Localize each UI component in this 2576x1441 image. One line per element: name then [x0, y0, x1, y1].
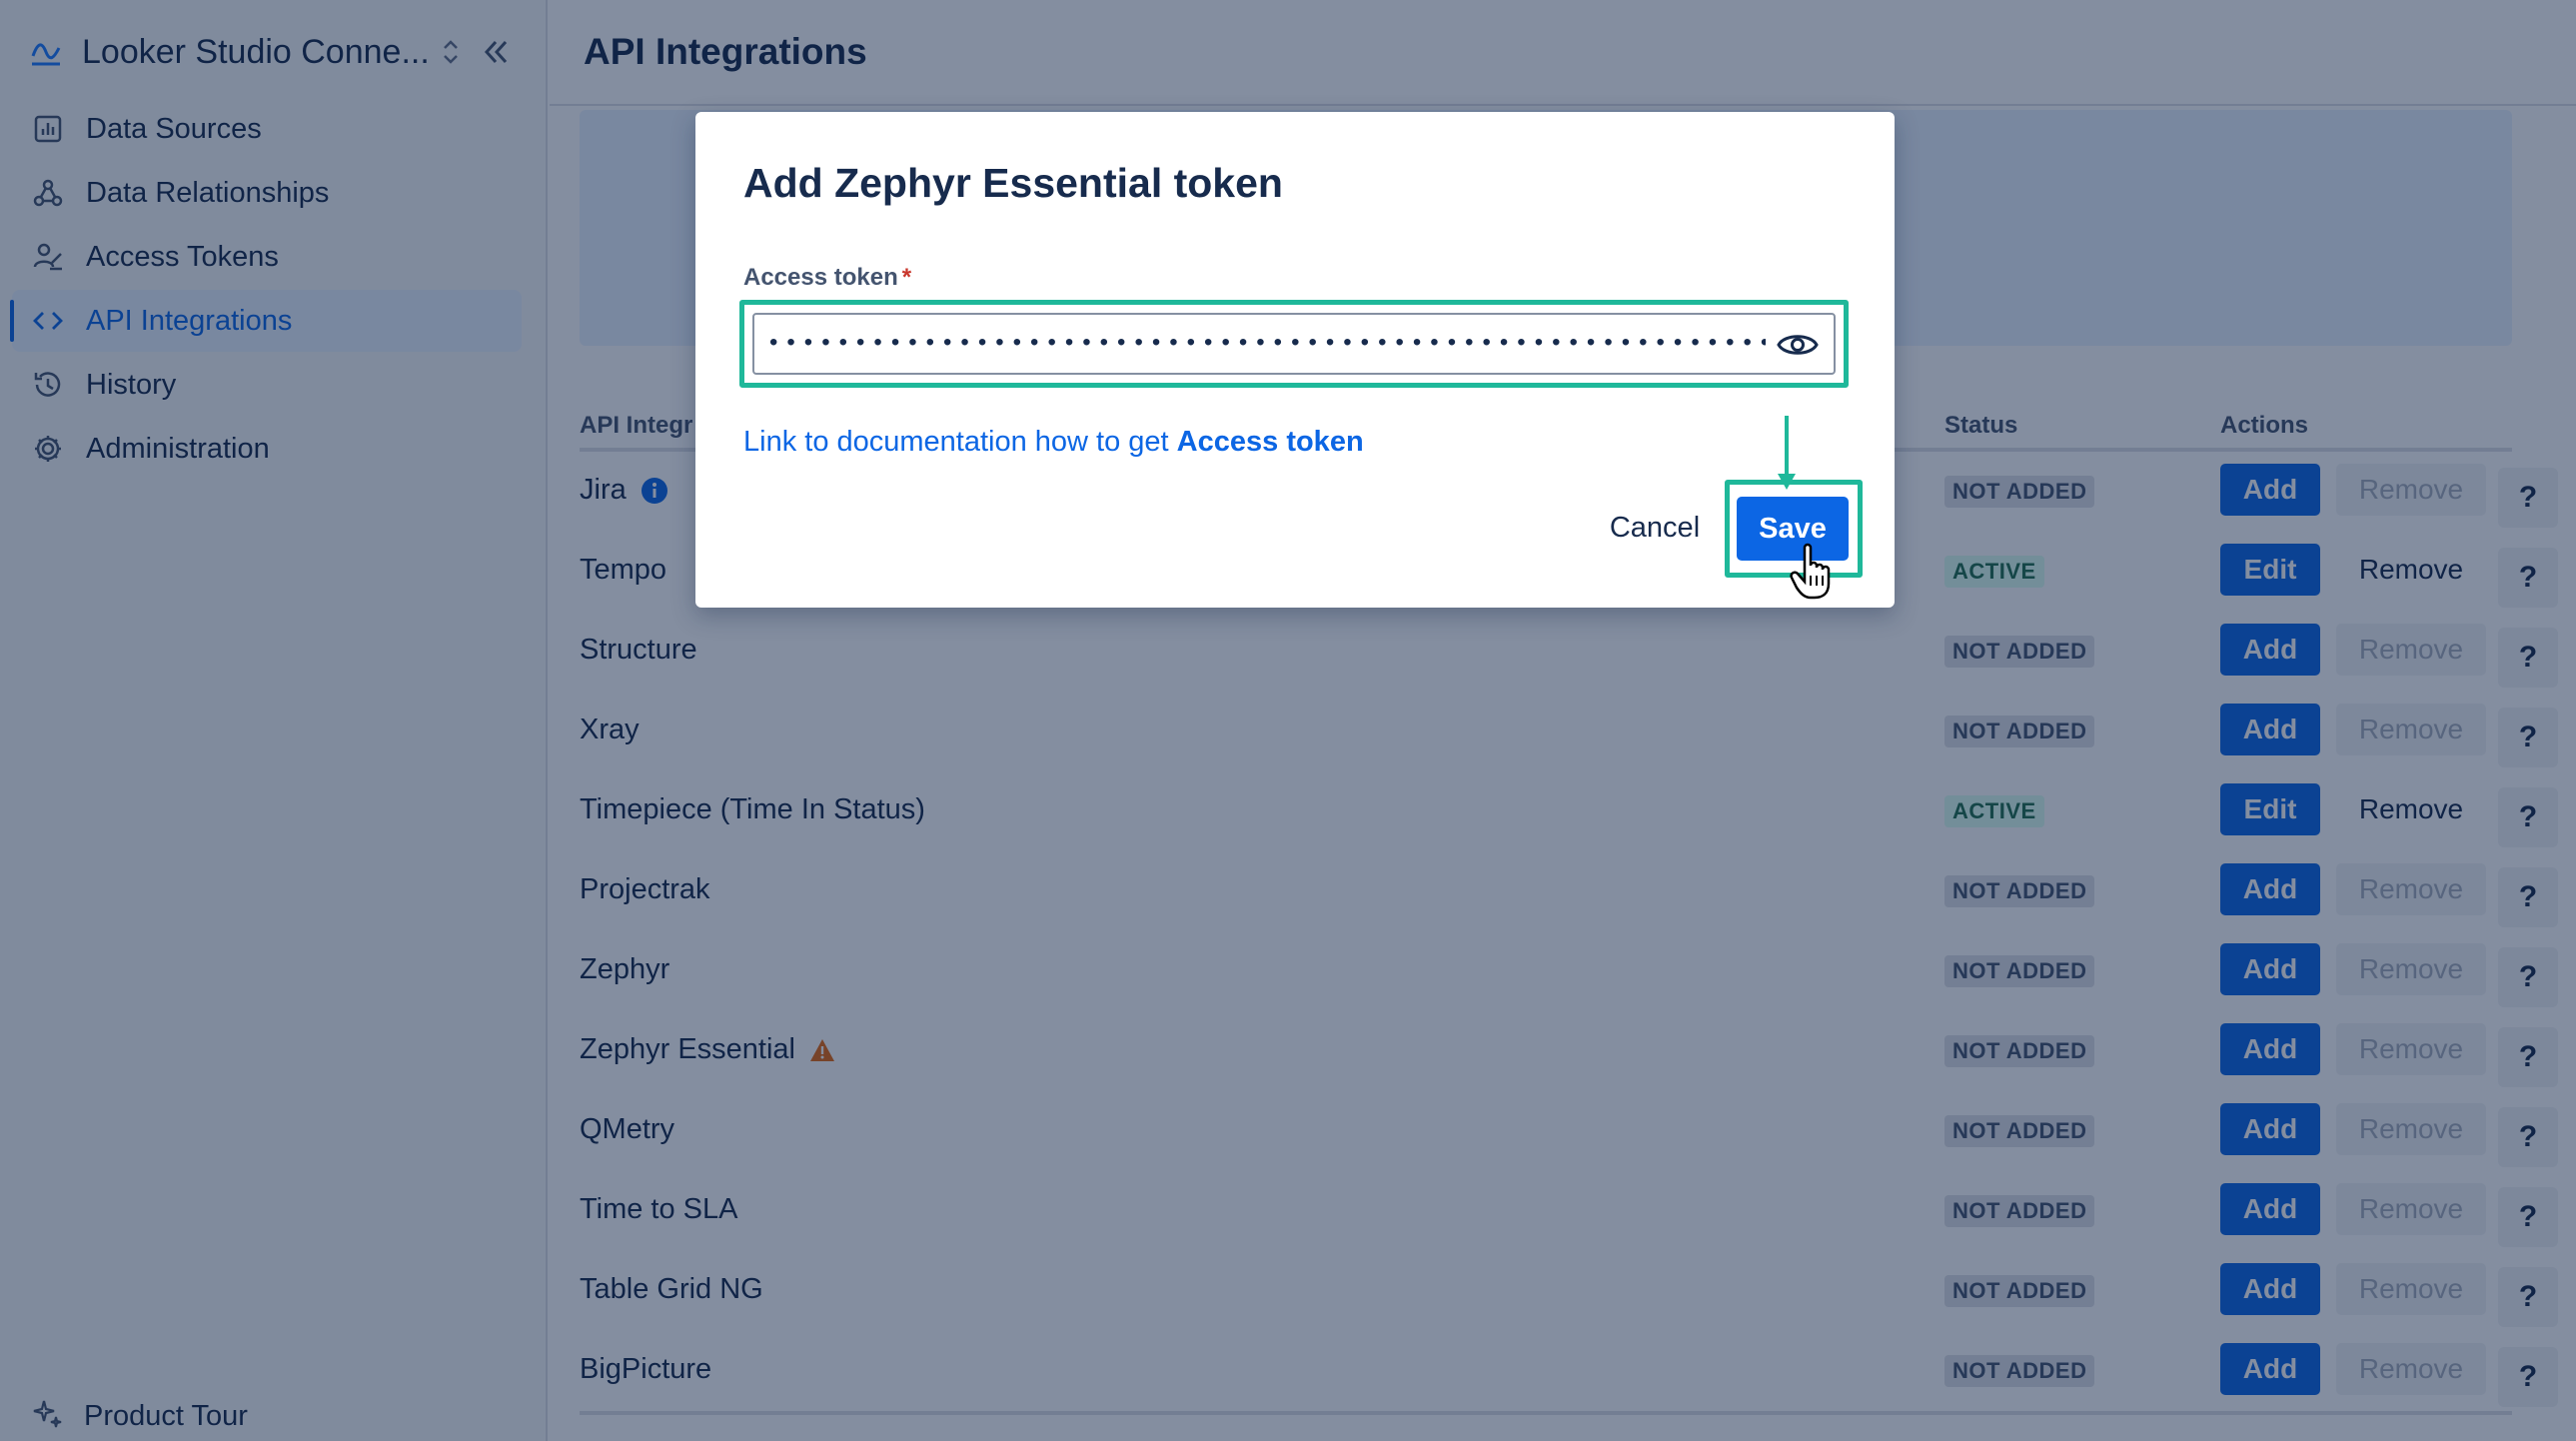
- hand-cursor-icon: [1790, 543, 1831, 600]
- documentation-link-text: Link to documentation how to get: [743, 426, 1177, 458]
- token-field-highlight: [739, 300, 1849, 388]
- add-token-dialog: Add Zephyr Essential token Access token *…: [695, 112, 1895, 608]
- access-token-field: [752, 313, 1836, 375]
- access-token-input[interactable]: [766, 323, 1766, 365]
- required-marker: *: [901, 264, 912, 291]
- access-token-label-text: Access token: [743, 264, 898, 291]
- documentation-link-bold: Access token: [1176, 426, 1364, 458]
- dialog-title: Add Zephyr Essential token: [743, 160, 1283, 206]
- cancel-button[interactable]: Cancel: [1595, 502, 1715, 554]
- access-token-label: Access token *: [743, 264, 911, 292]
- documentation-link[interactable]: Link to documentation how to get Access …: [743, 426, 1364, 459]
- eye-icon[interactable]: [1776, 325, 1820, 365]
